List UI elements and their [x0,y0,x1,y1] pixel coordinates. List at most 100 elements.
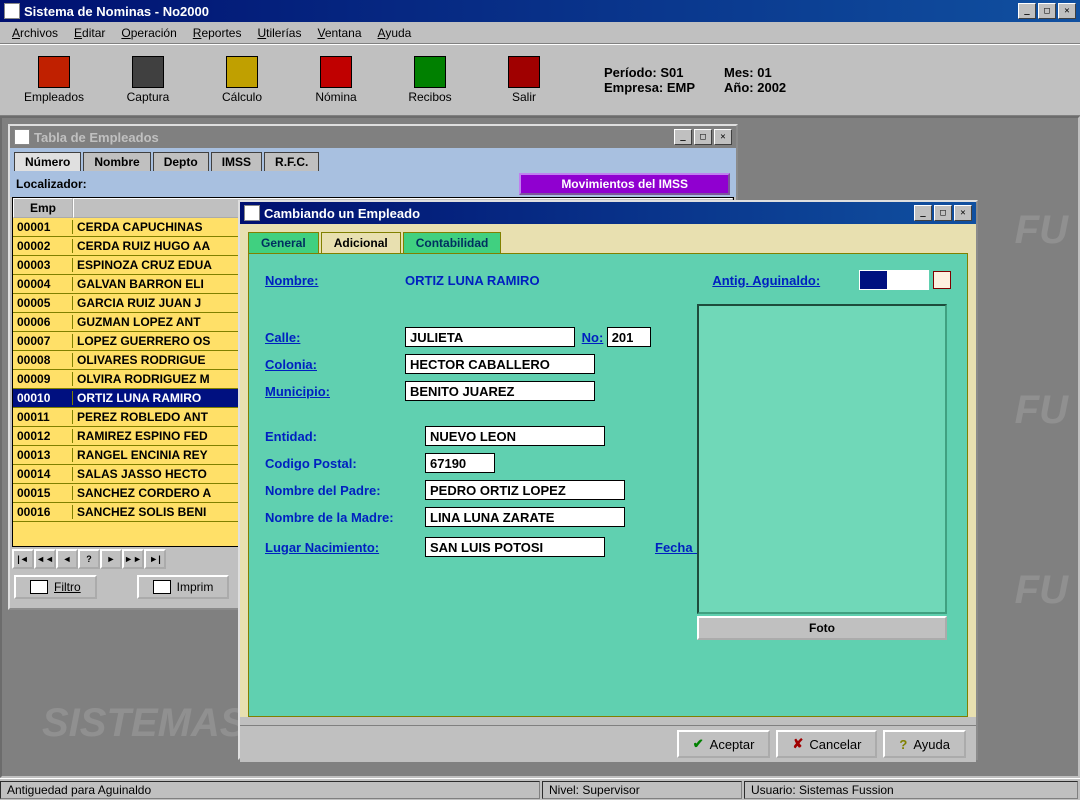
toolbar: EmpleadosCapturaCálculoNóminaRecibosSali… [0,44,1080,116]
statusbar: Antiguedad para Aguinaldo Nivel: Supervi… [0,778,1080,800]
menubar: Archivos Editar Operación Reportes Utile… [0,22,1080,44]
input-cp[interactable] [425,453,495,473]
nómina-icon [320,56,352,88]
input-madre[interactable] [425,507,625,527]
input-no[interactable] [607,327,651,347]
aguinaldo-input[interactable] [859,270,929,290]
maximize-button[interactable]: □ [1038,3,1056,19]
dialog-minimize-button[interactable]: _ [914,205,932,221]
x-icon: ✘ [792,736,803,752]
status-nivel: Nivel: Supervisor [542,781,742,799]
toolbar-nómina[interactable]: Nómina [292,50,380,110]
photo-button[interactable]: Foto [697,616,947,640]
nav-next[interactable]: ► [100,549,122,569]
toolbar-empleados[interactable]: Empleados [10,50,98,110]
help-button[interactable]: ?Ayuda [883,730,966,758]
toolbar-captura[interactable]: Captura [104,50,192,110]
minimize-button[interactable]: _ [1018,3,1036,19]
localizador-label: Localizador: [16,177,87,191]
menu-operacion[interactable]: Operación [113,24,184,42]
filter-button[interactable]: Filtro [14,575,97,599]
menu-ventana[interactable]: Ventana [309,24,369,42]
imss-movements-button[interactable]: Movimientos del IMSS [519,173,730,195]
dialog-maximize-button[interactable]: □ [934,205,952,221]
nav-first[interactable]: |◄ [12,549,34,569]
dialog-footer: ✔Aceptar ✘Cancelar ?Ayuda [240,725,976,762]
label-madre: Nombre de la Madre: [265,510,425,525]
menu-utilerias[interactable]: Utilerías [249,24,309,42]
tab-imss[interactable]: IMSS [211,152,262,171]
dialog-close-button[interactable]: ✕ [954,205,972,221]
label-cp: Codigo Postal: [265,456,425,471]
input-municipio[interactable] [405,381,595,401]
col-emp[interactable]: Emp [13,198,73,218]
check-icon: ✔ [693,736,704,752]
dialog-titlebar: Cambiando un Empleado _ □ ✕ [240,202,976,224]
dialog-icon [244,205,260,221]
period-info: Período: S01Mes: 01 Empresa: EMPAño: 200… [604,65,844,95]
table-window-icon [14,129,30,145]
edit-employee-dialog: Cambiando un Empleado _ □ ✕ GeneralAdici… [238,200,978,760]
label-padre: Nombre del Padre: [265,483,425,498]
menu-reportes[interactable]: Reportes [185,24,250,42]
empleados-icon [38,56,70,88]
label-municipio: Municipio: [265,384,405,399]
menu-archivos[interactable]: Archivos [4,24,66,42]
table-close-button[interactable]: ✕ [714,129,732,145]
input-padre[interactable] [425,480,625,500]
label-colonia: Colonia: [265,357,405,372]
label-entidad: Entidad: [265,429,425,444]
nav-prev-page[interactable]: ◄◄ [34,549,56,569]
tab-número[interactable]: Número [14,152,81,171]
dialog-tab-adicional[interactable]: Adicional [321,232,401,253]
salir-icon [508,56,540,88]
app-title: Sistema de Nominas - No2000 [24,4,209,19]
table-maximize-button[interactable]: □ [694,129,712,145]
menu-ayuda[interactable]: Ayuda [370,24,420,42]
nav-prev[interactable]: ◄ [56,549,78,569]
menu-editar[interactable]: Editar [66,24,113,42]
recibos-icon [414,56,446,88]
toolbar-cálculo[interactable]: Cálculo [198,50,286,110]
label-lugar-nac: Lugar Nacimiento: [265,540,425,555]
table-title: Tabla de Empleados [34,130,159,145]
dialog-body-adicional: Nombre: ORTIZ LUNA RAMIRO Antig. Aguinal… [248,253,968,717]
calendar-icon[interactable] [933,271,951,289]
captura-icon [132,56,164,88]
tab-depto[interactable]: Depto [153,152,209,171]
magnifier-icon [30,580,48,594]
mdi-area: FU FU FU SISTEMAS Tabla de Empleados _ □… [0,116,1080,778]
app-titlebar: Sistema de Nominas - No2000 _ □ ✕ [0,0,1080,22]
toolbar-recibos[interactable]: Recibos [386,50,474,110]
photo-box [697,304,947,614]
dialog-tab-contabilidad[interactable]: Contabilidad [403,232,502,253]
label-aguinaldo: Antig. Aguinaldo: [712,273,852,288]
input-entidad[interactable] [425,426,605,446]
toolbar-salir[interactable]: Salir [480,50,568,110]
nav-next-page[interactable]: ►► [122,549,144,569]
nav-last[interactable]: ►| [144,549,166,569]
app-icon [4,3,20,19]
input-calle[interactable] [405,327,575,347]
close-button[interactable]: ✕ [1058,3,1076,19]
label-calle: Calle: [265,330,405,345]
status-usuario: Usuario: Sistemas Fussion [744,781,1078,799]
accept-button[interactable]: ✔Aceptar [677,730,771,758]
dialog-tab-general[interactable]: General [248,232,319,253]
nav-help[interactable]: ? [78,549,100,569]
cancel-button[interactable]: ✘Cancelar [776,730,877,758]
print-button[interactable]: Imprim [137,575,230,599]
status-left: Antiguedad para Aguinaldo [0,781,540,799]
dialog-tabstrip: GeneralAdicionalContabilidad [240,224,976,253]
table-tabstrip: NúmeroNombreDeptoIMSSR.F.C. [10,148,736,171]
question-icon: ? [899,737,907,752]
input-colonia[interactable] [405,354,595,374]
value-nombre: ORTIZ LUNA RAMIRO [405,273,540,288]
input-lugar-nac[interactable] [425,537,605,557]
label-no: No: [582,330,604,345]
table-titlebar: Tabla de Empleados _ □ ✕ [10,126,736,148]
printer-icon [153,580,171,594]
table-minimize-button[interactable]: _ [674,129,692,145]
tab-nombre[interactable]: Nombre [83,152,150,171]
tab-rfc[interactable]: R.F.C. [264,152,319,171]
